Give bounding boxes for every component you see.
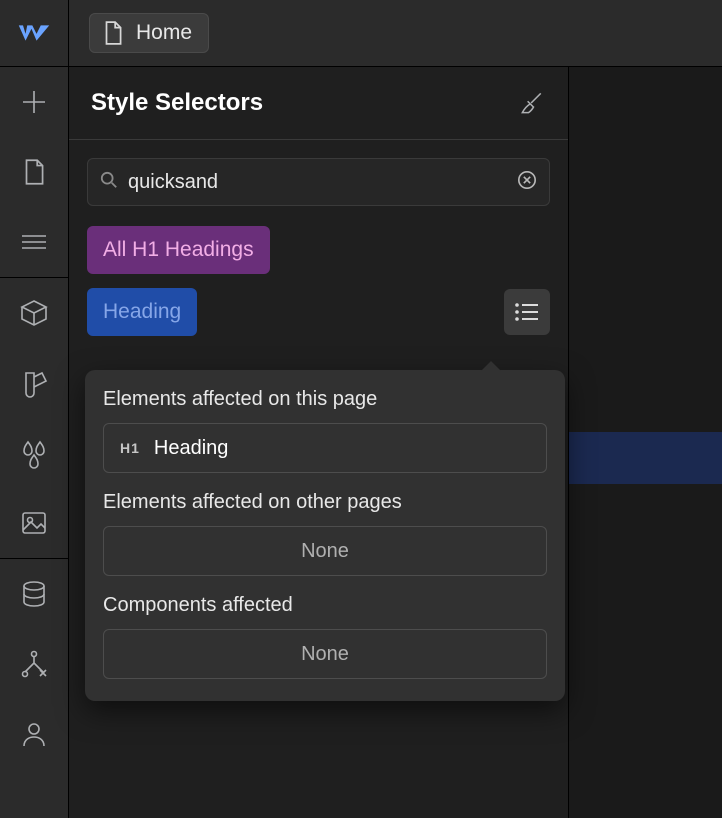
swatch-icon (18, 367, 50, 399)
nav-pages[interactable] (0, 137, 68, 207)
selector-list: All H1 Headings Heading (87, 226, 550, 336)
affected-components-box: None (103, 629, 547, 679)
panel-header: Style Selectors (69, 67, 568, 140)
element-type-badge: H1 (120, 440, 140, 456)
nav-styles[interactable] (0, 418, 68, 488)
webflow-logo-icon (17, 22, 51, 44)
search-input[interactable]: quicksand (87, 158, 550, 206)
breadcrumb-home[interactable]: Home (89, 13, 209, 53)
cleanup-icon[interactable] (518, 89, 546, 117)
global-selector-tag[interactable]: All H1 Headings (87, 226, 270, 274)
popover-section-label: Components affected (103, 594, 547, 617)
search-value: quicksand (128, 171, 517, 194)
side-nav (0, 67, 69, 818)
cube-icon (18, 297, 50, 329)
user-icon (18, 718, 50, 750)
page-icon (102, 20, 124, 46)
database-icon (18, 578, 50, 610)
nav-variables[interactable] (0, 348, 68, 418)
affected-element-row[interactable]: H1 Heading (103, 423, 547, 473)
nav-navigator[interactable] (0, 207, 68, 277)
navigator-icon (18, 226, 50, 258)
tag-label: Heading (103, 300, 181, 324)
popover-section-label: Elements affected on other pages (103, 491, 547, 514)
element-name: Heading (154, 437, 229, 460)
clear-search-button[interactable] (517, 170, 537, 195)
page-icon (19, 157, 49, 187)
breadcrumb-label: Home (136, 21, 192, 45)
image-icon (18, 507, 50, 539)
nav-components[interactable] (0, 278, 68, 348)
canvas-selection-strip (569, 432, 722, 484)
class-selector-tag[interactable]: Heading (87, 288, 197, 336)
nav-users[interactable] (0, 699, 68, 769)
affected-other-pages-box: None (103, 526, 547, 576)
search-icon (100, 171, 118, 194)
droplets-icon (18, 437, 50, 469)
topbar: Home (0, 0, 722, 67)
nav-add[interactable] (0, 67, 68, 137)
tag-label: All H1 Headings (103, 238, 254, 262)
list-icon (514, 301, 540, 323)
none-label: None (301, 643, 349, 666)
panel-body: quicksand All H1 Headings Heading (69, 140, 568, 354)
nav-cms[interactable] (0, 559, 68, 629)
affected-elements-button[interactable] (504, 289, 550, 335)
affected-elements-popover: Elements affected on this page H1 Headin… (85, 370, 565, 701)
nav-logic[interactable] (0, 629, 68, 699)
branch-icon (18, 648, 50, 680)
plus-icon (18, 86, 50, 118)
nav-assets[interactable] (0, 488, 68, 558)
none-label: None (301, 540, 349, 563)
popover-section-label: Elements affected on this page (103, 388, 547, 411)
breadcrumb-area: Home (69, 13, 209, 53)
panel-title: Style Selectors (91, 89, 263, 117)
app-logo[interactable] (0, 0, 69, 66)
